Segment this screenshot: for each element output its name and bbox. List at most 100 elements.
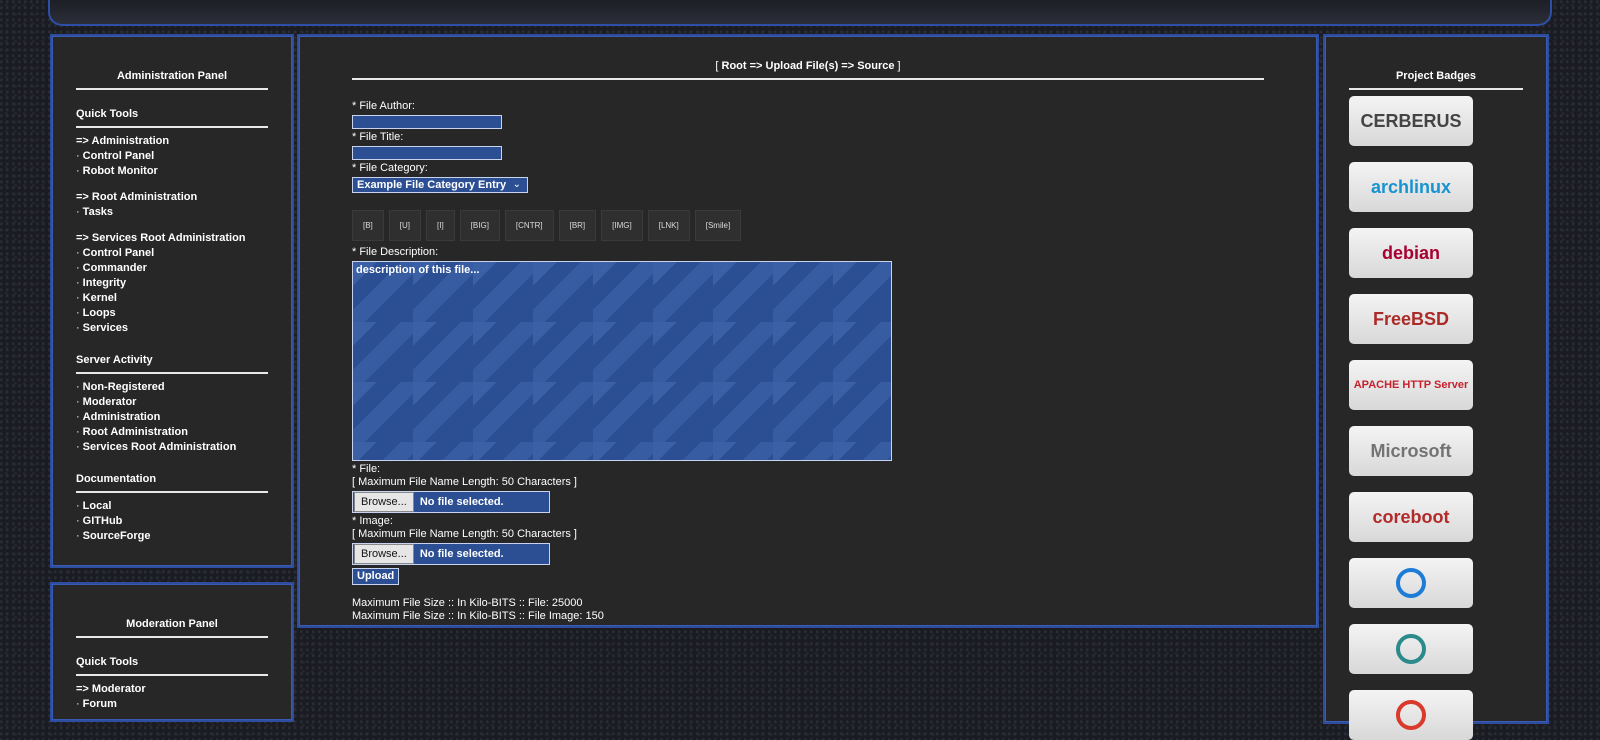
nav-link-label: Administration <box>82 411 161 423</box>
bullet-icon: · <box>76 292 80 304</box>
description-label: * File Description: <box>352 246 439 258</box>
nav-link-label: => Administration <box>76 135 170 147</box>
author-input[interactable] <box>352 115 502 129</box>
nav-link-label: => Services Root Administration <box>76 232 246 244</box>
badge-logo-text: archlinux <box>1370 176 1452 197</box>
nav-link-label: Tasks <box>82 206 114 218</box>
bullet-icon: · <box>76 530 80 542</box>
bullet-icon: · <box>76 247 80 259</box>
nav-list: => Administration · Control Panel · Robot Mo… <box>76 134 268 336</box>
file-limit-text: [ Maximum File Name Length: 50 Character… <box>352 476 577 488</box>
nav-link[interactable]: · SourceForge <box>76 529 268 544</box>
nav-link-label: Control Panel <box>82 247 155 259</box>
nav-link[interactable]: => Services Root Administration <box>76 231 268 246</box>
format-button[interactable]: [I] <box>426 210 455 241</box>
nav-link[interactable]: · Control Panel <box>76 246 268 261</box>
section-title: Server Activity <box>76 354 268 374</box>
breadcrumb-path[interactable]: Root => Upload File(s) => Source <box>722 60 895 72</box>
nav-link[interactable]: · GITHub <box>76 514 268 529</box>
bullet-icon: · <box>76 515 80 527</box>
title-input[interactable] <box>352 146 502 160</box>
bullet-icon: · <box>76 150 80 162</box>
badge-list: CERBERUS archlinux debian FreeBSD APACHE HTT… <box>1349 96 1523 740</box>
project-badge[interactable]: archlinux <box>1349 162 1473 212</box>
title-label: * File Title: <box>352 131 404 143</box>
nav-link-label: Services <box>82 322 128 334</box>
image-browse-button[interactable]: Browse... <box>354 544 414 564</box>
bullet-icon: · <box>76 307 80 319</box>
section-title: Quick Tools <box>76 656 268 676</box>
nav-link[interactable]: · Tasks <box>76 205 268 220</box>
badge-logo-text: Microsoft <box>1370 440 1452 461</box>
nav-link[interactable]: => Root Administration <box>76 190 268 205</box>
file-browse-button[interactable]: Browse... <box>354 492 414 512</box>
project-badge[interactable]: debian <box>1349 228 1473 278</box>
max-image-size: Maximum File Size :: In Kilo-BITS :: Fil… <box>352 610 604 622</box>
nav-link[interactable]: · Commander <box>76 261 268 276</box>
nav-link-label: Control Panel <box>82 150 155 162</box>
project-badge[interactable] <box>1349 690 1473 740</box>
bullet-icon: · <box>76 698 80 710</box>
panel-title: Moderation Panel <box>76 618 268 638</box>
project-badge[interactable]: coreboot <box>1349 492 1473 542</box>
bullet-icon: · <box>76 500 80 512</box>
nav-list: => Moderator · Forum <box>76 682 268 712</box>
format-button[interactable]: [Smile] <box>694 210 742 241</box>
nav-link[interactable]: · Integrity <box>76 276 268 291</box>
bullet-icon: · <box>76 322 80 334</box>
image-limit-text: [ Maximum File Name Length: 50 Character… <box>352 528 577 540</box>
nav-link[interactable]: · Root Administration <box>76 425 268 440</box>
nav-link[interactable]: · Services <box>76 321 268 336</box>
category-select[interactable]: Example File Category Entry ⌄ <box>352 177 528 193</box>
section-title: Quick Tools <box>76 108 268 128</box>
project-badge[interactable]: FreeBSD <box>1349 294 1473 344</box>
nav-link-label: => Root Administration <box>76 191 198 203</box>
nav-link[interactable]: · Administration <box>76 410 268 425</box>
nav-link[interactable]: · Non-Registered <box>76 380 268 395</box>
nav-link[interactable]: => Administration <box>76 134 268 149</box>
nav-link[interactable]: · Control Panel <box>76 149 268 164</box>
format-button[interactable]: [IMG] <box>601 210 643 241</box>
project-badge[interactable] <box>1349 558 1473 608</box>
upload-button[interactable]: Upload <box>352 568 400 585</box>
nav-link-label: Services Root Administration <box>82 441 237 453</box>
format-button[interactable]: [B] <box>352 210 384 241</box>
bullet-icon: · <box>76 206 80 218</box>
nav-link-label: Kernel <box>82 292 117 304</box>
top-banner <box>48 0 1552 26</box>
nav-link[interactable]: · Moderator <box>76 395 268 410</box>
badge-logo-text: coreboot <box>1372 506 1450 527</box>
nav-link-label: Forum <box>82 698 117 710</box>
file-input[interactable]: Browse... No file selected. <box>352 491 550 513</box>
nav-link[interactable]: => Moderator <box>76 682 268 697</box>
nav-link[interactable]: · Kernel <box>76 291 268 306</box>
max-file-size: Maximum File Size :: In Kilo-BITS :: Fil… <box>352 597 583 609</box>
format-button[interactable]: [CNTR] <box>504 210 554 241</box>
moderation-panel: Moderation Panel Quick Tools => Moderato… <box>50 582 294 722</box>
format-button[interactable]: [BR] <box>558 210 597 241</box>
format-button[interactable]: [LNK] <box>647 210 690 241</box>
format-toolbar: [B] [U] [I] [BIG] [CNTR] [BR] [IMG] [LNK] [Smile… <box>352 210 1252 241</box>
format-button[interactable]: [U] <box>388 210 422 241</box>
bullet-icon: · <box>76 411 80 423</box>
badge-logo-icon <box>1396 634 1426 664</box>
format-button[interactable]: [BIG] <box>459 210 500 241</box>
project-badge[interactable]: APACHE HTTP Server <box>1349 360 1473 410</box>
nav-link[interactable]: · Robot Monitor <box>76 164 268 179</box>
project-badge[interactable]: CERBERUS <box>1349 96 1473 146</box>
project-badge[interactable]: Microsoft <box>1349 426 1473 476</box>
image-label: * Image: <box>352 515 393 527</box>
bullet-icon: · <box>76 165 80 177</box>
image-input[interactable]: Browse... No file selected. <box>352 543 550 565</box>
project-badge[interactable] <box>1349 624 1473 674</box>
nav-link[interactable]: · Local <box>76 499 268 514</box>
section-title: Documentation <box>76 473 268 493</box>
nav-link[interactable]: · Services Root Administration <box>76 440 268 455</box>
breadcrumb: [ Root => Upload File(s) => Source ] <box>352 60 1264 80</box>
description-textarea[interactable]: description of this file... <box>352 261 892 461</box>
administration-panel: Administration Panel Quick Tools => Admin… <box>50 34 294 568</box>
file-status: No file selected. <box>419 496 504 508</box>
chevron-down-icon: ⌄ <box>512 179 521 190</box>
nav-link[interactable]: · Loops <box>76 306 268 321</box>
nav-link-label: Non-Registered <box>82 381 165 393</box>
